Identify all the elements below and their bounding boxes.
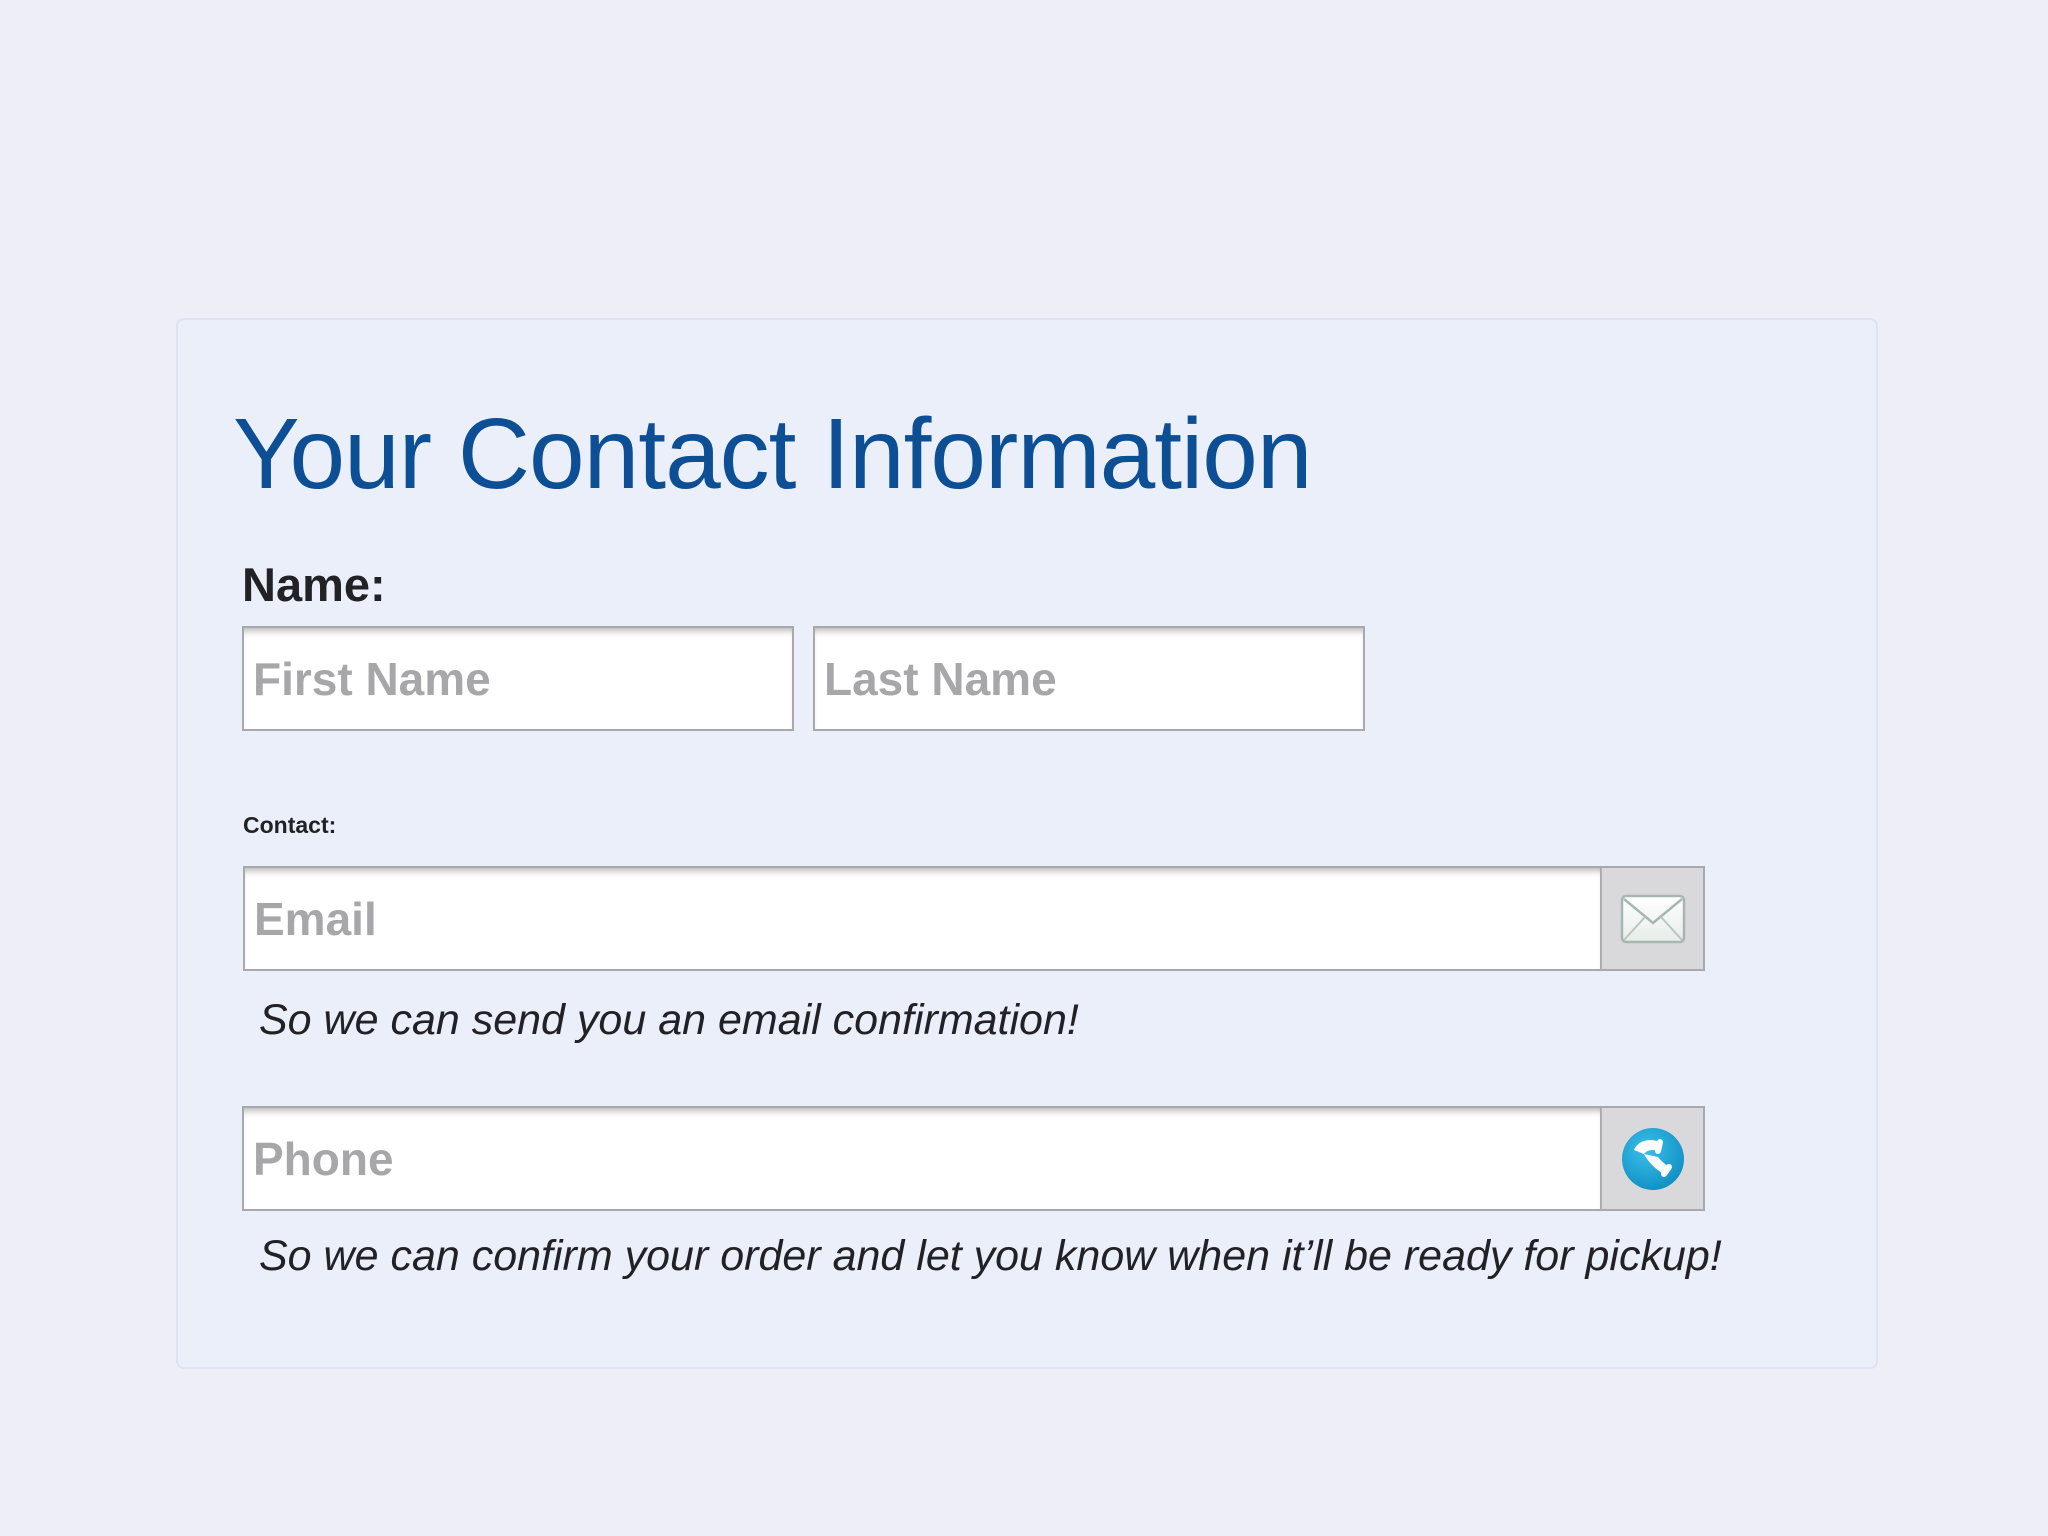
last-name-field[interactable] <box>813 626 1365 731</box>
email-input[interactable] <box>245 868 1600 969</box>
phone-input[interactable] <box>244 1108 1600 1209</box>
last-name-input[interactable] <box>815 628 1363 729</box>
email-addon <box>1601 866 1705 971</box>
email-field[interactable] <box>243 866 1602 971</box>
phone-hint: So we can confirm your order and let you… <box>259 1232 1722 1280</box>
first-name-field[interactable] <box>242 626 794 731</box>
phone-icon <box>1621 1127 1684 1190</box>
name-label: Name: <box>242 558 386 611</box>
contact-label: Contact: <box>243 812 337 838</box>
phone-field[interactable] <box>242 1106 1602 1211</box>
email-hint: So we can send you an email confirmation… <box>259 996 1079 1044</box>
envelope-icon <box>1620 894 1685 943</box>
page-title: Your Contact Information <box>233 398 1312 510</box>
first-name-input[interactable] <box>244 628 792 729</box>
phone-addon <box>1601 1106 1705 1211</box>
